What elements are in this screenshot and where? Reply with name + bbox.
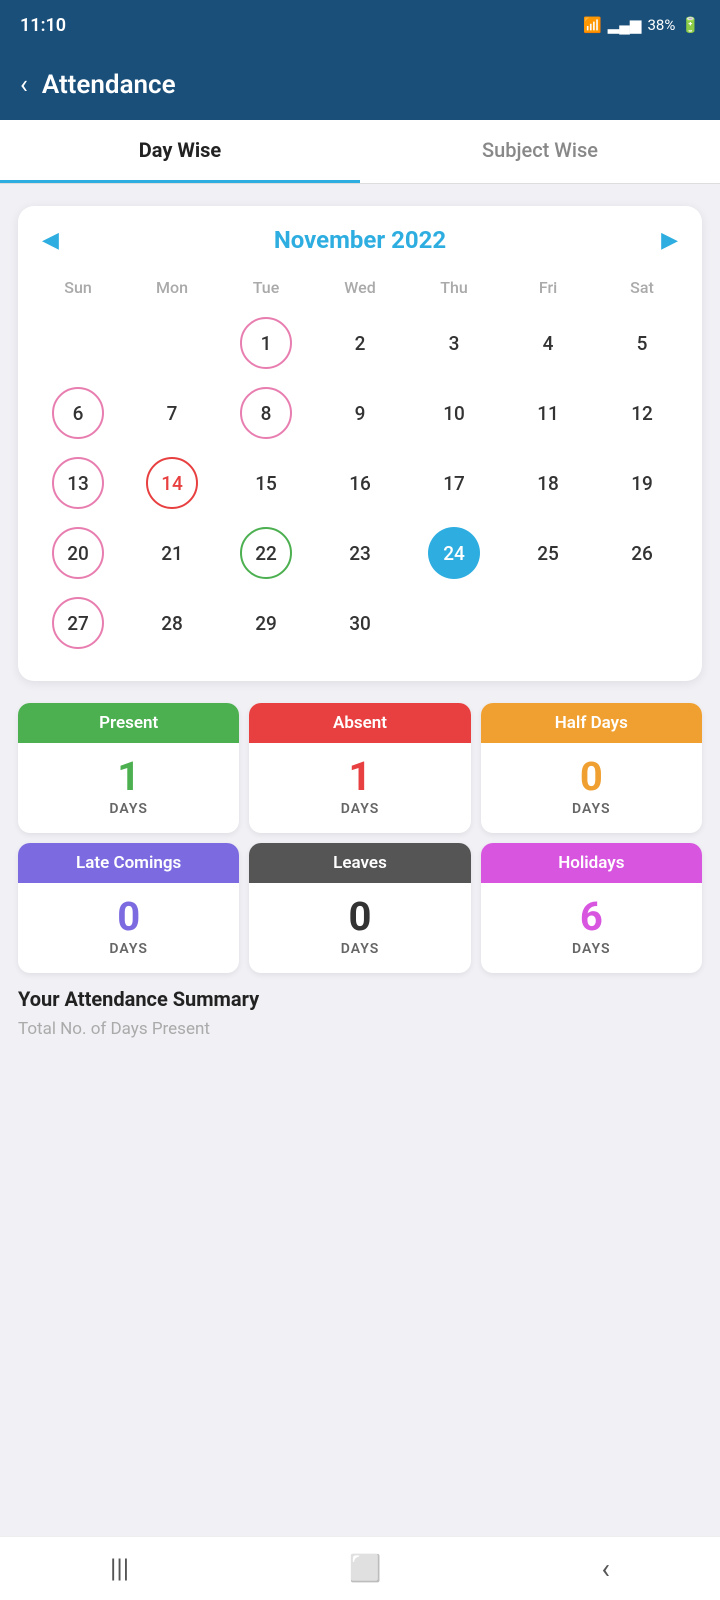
cal-cell-21[interactable]: 21 [126, 519, 218, 587]
summary-title: Your Attendance Summary [18, 987, 702, 1011]
stat-unit-latecomings: DAYS [26, 941, 231, 957]
cal-cell-25[interactable]: 25 [502, 519, 594, 587]
day-label-sat: Sat [596, 272, 688, 307]
cal-cell-17[interactable]: 17 [408, 449, 500, 517]
back-button[interactable]: ‹ [20, 70, 28, 100]
cal-cell-7[interactable]: 7 [126, 379, 218, 447]
stat-number-holidays: 6 [489, 897, 694, 937]
cal-cell-empty-2 [126, 309, 218, 377]
stats-grid: Present 1 DAYS Absent 1 DAYS Half Days 0… [18, 703, 702, 973]
cal-cell-26[interactable]: 26 [596, 519, 688, 587]
calendar-card: ◀ November 2022 ▶ Sun Mon Tue Wed Thu Fr… [18, 206, 702, 681]
cal-cell-empty-1 [32, 309, 124, 377]
stat-unit-holidays: DAYS [489, 941, 694, 957]
summary-subtitle: Total No. of Days Present [18, 1019, 702, 1039]
stat-unit-halfdays: DAYS [489, 801, 694, 817]
stat-card-absent: Absent 1 DAYS [249, 703, 470, 833]
cal-cell-18[interactable]: 18 [502, 449, 594, 517]
cal-cell-13[interactable]: 13 [32, 449, 124, 517]
stat-number-absent: 1 [257, 757, 462, 797]
stat-value-absent: 1 DAYS [249, 743, 470, 833]
tabs-container: Day Wise Subject Wise [0, 120, 720, 184]
stat-card-present: Present 1 DAYS [18, 703, 239, 833]
cal-cell-27[interactable]: 27 [32, 589, 124, 657]
cal-cell-empty-5 [596, 589, 688, 657]
cal-cell-29[interactable]: 29 [220, 589, 312, 657]
cal-cell-16[interactable]: 16 [314, 449, 406, 517]
cal-cell-empty-3 [408, 589, 500, 657]
stat-value-halfdays: 0 DAYS [481, 743, 702, 833]
cal-cell-19[interactable]: 19 [596, 449, 688, 517]
stat-label-leaves: Leaves [249, 843, 470, 883]
stat-label-latecomings: Late Comings [18, 843, 239, 883]
stat-unit-absent: DAYS [257, 801, 462, 817]
status-icons: 📶 ▂▄▆ 38% 🔋 [583, 16, 700, 34]
nav-home-button[interactable]: ⬜ [349, 1554, 381, 1584]
cal-cell-11[interactable]: 11 [502, 379, 594, 447]
day-label-mon: Mon [126, 272, 218, 307]
status-bar: 11:10 📶 ▂▄▆ 38% 🔋 [0, 0, 720, 50]
battery-icon: 🔋 [681, 16, 700, 34]
signal-icon: ▂▄▆ [608, 16, 642, 34]
cal-cell-1[interactable]: 1 [220, 309, 312, 377]
next-month-button[interactable]: ▶ [651, 228, 688, 253]
tab-daywise[interactable]: Day Wise [0, 120, 360, 183]
stat-label-present: Present [18, 703, 239, 743]
nav-back-button[interactable]: ‹ [602, 1552, 610, 1585]
cal-cell-10[interactable]: 10 [408, 379, 500, 447]
cal-cell-5[interactable]: 5 [596, 309, 688, 377]
cal-cell-2[interactable]: 2 [314, 309, 406, 377]
wifi-icon: 📶 [583, 16, 602, 34]
stat-card-holidays: Holidays 6 DAYS [481, 843, 702, 973]
day-label-wed: Wed [314, 272, 406, 307]
stat-number-halfdays: 0 [489, 757, 694, 797]
day-label-fri: Fri [502, 272, 594, 307]
stat-number-present: 1 [26, 757, 231, 797]
nav-recent-apps-button[interactable]: ||| [110, 1554, 129, 1584]
stat-value-leaves: 0 DAYS [249, 883, 470, 973]
cal-cell-24[interactable]: 24 [408, 519, 500, 587]
stat-unit-leaves: DAYS [257, 941, 462, 957]
calendar-month-year: November 2022 [274, 226, 446, 254]
app-header: ‹ Attendance [0, 50, 720, 120]
cal-cell-6[interactable]: 6 [32, 379, 124, 447]
stat-value-present: 1 DAYS [18, 743, 239, 833]
calendar-header: ◀ November 2022 ▶ [32, 226, 688, 254]
cal-cell-8[interactable]: 8 [220, 379, 312, 447]
stat-value-holidays: 6 DAYS [481, 883, 702, 973]
cal-cell-20[interactable]: 20 [32, 519, 124, 587]
cal-cell-22[interactable]: 22 [220, 519, 312, 587]
stat-label-absent: Absent [249, 703, 470, 743]
stat-label-holidays: Holidays [481, 843, 702, 883]
stat-label-halfdays: Half Days [481, 703, 702, 743]
stat-number-latecomings: 0 [26, 897, 231, 937]
bottom-nav: ||| ⬜ ‹ [0, 1536, 720, 1600]
stat-card-halfdays: Half Days 0 DAYS [481, 703, 702, 833]
cal-cell-15[interactable]: 15 [220, 449, 312, 517]
cal-cell-30[interactable]: 30 [314, 589, 406, 657]
cal-cell-28[interactable]: 28 [126, 589, 218, 657]
status-time: 11:10 [20, 15, 66, 36]
day-label-thu: Thu [408, 272, 500, 307]
summary-section: Your Attendance Summary Total No. of Day… [18, 987, 702, 1039]
cal-cell-14[interactable]: 14 [126, 449, 218, 517]
stat-card-latecomings: Late Comings 0 DAYS [18, 843, 239, 973]
cal-cell-9[interactable]: 9 [314, 379, 406, 447]
stat-unit-present: DAYS [26, 801, 231, 817]
day-label-tue: Tue [220, 272, 312, 307]
cal-cell-4[interactable]: 4 [502, 309, 594, 377]
cal-cell-empty-4 [502, 589, 594, 657]
page-title: Attendance [42, 70, 176, 100]
cal-cell-3[interactable]: 3 [408, 309, 500, 377]
prev-month-button[interactable]: ◀ [32, 228, 69, 253]
cal-cell-23[interactable]: 23 [314, 519, 406, 587]
day-label-sun: Sun [32, 272, 124, 307]
stat-value-latecomings: 0 DAYS [18, 883, 239, 973]
calendar-grid: Sun Mon Tue Wed Thu Fri Sat 1 2 3 4 5 6 … [32, 272, 688, 657]
stat-number-leaves: 0 [257, 897, 462, 937]
cal-cell-12[interactable]: 12 [596, 379, 688, 447]
tab-subjectwise[interactable]: Subject Wise [360, 120, 720, 183]
battery-text: 38% [647, 16, 675, 34]
stat-card-leaves: Leaves 0 DAYS [249, 843, 470, 973]
